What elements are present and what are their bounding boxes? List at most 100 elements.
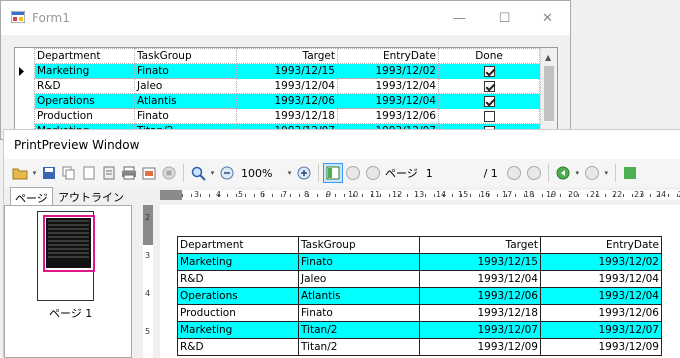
copy-icon[interactable] (59, 163, 79, 183)
ruler-number: 15 (458, 190, 469, 199)
cell-taskgroup[interactable]: Finato (134, 108, 237, 124)
first-page-icon[interactable] (343, 163, 363, 183)
back-icon[interactable] (553, 163, 573, 183)
grid-row[interactable]: Operations Atlantis 1993/12/06 1993/12/04 (34, 93, 540, 109)
single-page-icon[interactable] (79, 163, 99, 183)
col-header-target[interactable]: Target (236, 48, 338, 64)
row-pointer-icon (19, 67, 24, 76)
col-header-taskgroup[interactable]: TaskGroup (134, 48, 237, 64)
zoom-in-magnifier-icon[interactable] (188, 163, 208, 183)
grid-row[interactable]: Marketing Finato 1993/12/15 1993/12/02 (34, 63, 540, 79)
ruler-number: 22 (612, 190, 623, 199)
scroll-up-icon[interactable]: ▲ (545, 53, 551, 62)
zoom-out-icon[interactable] (217, 163, 237, 183)
scrollbar-thumb[interactable] (544, 66, 554, 121)
ruler-number: 4 (216, 190, 222, 199)
form1-titlebar[interactable]: Form1 — ☐ ✕ (1, 1, 570, 35)
ruler-number: 18 (524, 190, 535, 199)
zoom-dropdown-icon[interactable]: ▾ (285, 169, 294, 177)
cell-department[interactable]: Operations (34, 93, 135, 109)
cell-entrydate[interactable]: 1993/12/02 (337, 63, 439, 79)
ruler-number: 11 (370, 190, 381, 199)
col-header-done[interactable]: Done (438, 48, 540, 64)
preview-cell-taskgroup: Titan/2 (298, 338, 420, 356)
form1-title: Form1 (32, 11, 70, 25)
thumbnail-pane-toggle-icon[interactable] (323, 163, 343, 183)
preview-cell-department: Production (177, 304, 299, 322)
grid-table[interactable]: Department TaskGroup Target EntryDate Do… (34, 48, 540, 139)
page-total: / 1 (483, 166, 498, 180)
cell-entrydate[interactable]: 1993/12/04 (337, 78, 439, 94)
cell-taskgroup[interactable]: Atlantis (134, 93, 237, 109)
previous-page-icon[interactable] (363, 163, 383, 183)
cell-target[interactable]: 1993/12/15 (236, 63, 338, 79)
thumbnail-caption: ページ 1 (49, 307, 93, 320)
cell-entrydate[interactable]: 1993/12/06 (337, 108, 439, 124)
preview-titlebar[interactable]: PrintPreview Window (4, 130, 680, 159)
page-number-input[interactable]: 1 (424, 167, 464, 180)
ruler-number: 10 (348, 190, 359, 199)
preview-toolbar: ▾ ▾ 100% ▾ ページ 1 / 1 ▾ ▾ (4, 159, 680, 187)
cell-taskgroup[interactable]: Finato (134, 63, 237, 79)
data-grid[interactable]: Department TaskGroup Target EntryDate Do… (14, 47, 558, 141)
vertical-ruler: 2 3 4 5 (140, 205, 156, 358)
close-button[interactable]: ✕ (525, 1, 570, 35)
ruler-number: 20 (568, 190, 579, 199)
ruler-number: 3 (194, 190, 200, 199)
export-icon[interactable] (139, 163, 159, 183)
preview-title: PrintPreview Window (14, 138, 140, 152)
ruler-number: 6 (260, 190, 266, 199)
form1-window: Form1 — ☐ ✕ Department TaskGroup Target … (0, 0, 571, 141)
save-icon[interactable] (39, 163, 59, 183)
preview-row: Production Finato 1993/12/18 1993/12/06 (177, 304, 662, 322)
zoom-in-icon[interactable] (294, 163, 314, 183)
cell-department[interactable]: R&D (34, 78, 135, 94)
cell-department[interactable]: Marketing (34, 63, 135, 79)
cell-done[interactable] (438, 108, 540, 124)
open-folder-icon[interactable] (10, 163, 30, 183)
ruler-number: 7 (282, 190, 288, 199)
cell-target[interactable]: 1993/12/04 (236, 78, 338, 94)
col-header-entrydate[interactable]: EntryDate (337, 48, 439, 64)
page-setup-icon[interactable] (99, 163, 119, 183)
forward-icon[interactable] (582, 163, 602, 183)
open-dropdown-icon[interactable]: ▾ (30, 169, 39, 177)
tab-pages[interactable]: ページ (10, 187, 53, 205)
print-icon[interactable] (119, 163, 139, 183)
cell-entrydate[interactable]: 1993/12/04 (337, 93, 439, 109)
tab-outline[interactable]: アウトライン (54, 187, 128, 205)
thumbnail-pane[interactable]: ページ 1 (4, 205, 132, 358)
grid-vertical-scrollbar[interactable]: ▲ (540, 48, 557, 140)
back-dropdown-icon[interactable]: ▾ (573, 169, 582, 177)
maximize-button[interactable]: ☐ (482, 1, 527, 35)
done-checkbox[interactable] (483, 110, 495, 122)
stop-icon[interactable] (159, 163, 179, 183)
preview-cell-taskgroup: Titan/2 (298, 321, 420, 339)
zoom-combobox[interactable]: 100% (237, 167, 285, 180)
preview-canvas[interactable]: Department TaskGroup Target EntryDate Ma… (160, 205, 680, 358)
cell-done[interactable] (438, 63, 540, 79)
cell-done[interactable] (438, 93, 540, 109)
preview-cell-target: 1993/12/07 (419, 321, 541, 339)
next-page-icon[interactable] (504, 163, 524, 183)
cell-done[interactable] (438, 78, 540, 94)
grid-row[interactable]: R&D Jaleo 1993/12/04 1993/12/04 (34, 78, 540, 94)
zoom-tool-dropdown-icon[interactable]: ▾ (208, 169, 217, 177)
preview-row: Marketing Finato 1993/12/15 1993/12/02 (177, 253, 662, 271)
cell-target[interactable]: 1993/12/06 (236, 93, 338, 109)
cell-department[interactable]: Production (34, 108, 135, 124)
done-checkbox[interactable] (483, 80, 495, 92)
grid-row[interactable]: Production Finato 1993/12/18 1993/12/06 (34, 108, 540, 124)
forward-dropdown-icon[interactable]: ▾ (602, 169, 611, 177)
minimize-button[interactable]: — (437, 1, 482, 35)
extra-tool-icon[interactable] (620, 163, 640, 183)
cell-taskgroup[interactable]: Jaleo (134, 78, 237, 94)
preview-cell-target: 1993/12/18 (419, 304, 541, 322)
cell-target[interactable]: 1993/12/18 (236, 108, 338, 124)
col-header-department[interactable]: Department (34, 48, 135, 64)
ruler-number: 8 (304, 190, 310, 199)
preview-row: Marketing Titan/2 1993/12/07 1993/12/07 (177, 321, 662, 339)
done-checkbox[interactable] (483, 65, 495, 77)
done-checkbox[interactable] (483, 95, 495, 107)
last-page-icon[interactable] (524, 163, 544, 183)
